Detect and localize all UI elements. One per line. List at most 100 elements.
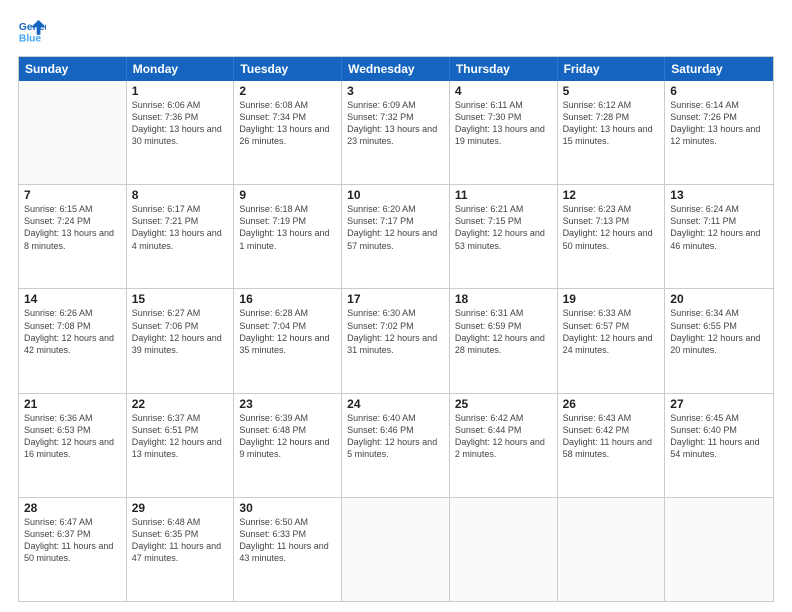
cell-info-line: Sunrise: 6:48 AM (132, 516, 229, 528)
cell-info-line: Sunset: 7:15 PM (455, 215, 552, 227)
cell-info-line: Daylight: 12 hours and 42 minutes. (24, 332, 121, 356)
cal-cell: 25Sunrise: 6:42 AMSunset: 6:44 PMDayligh… (450, 394, 558, 497)
cell-info-line: Daylight: 13 hours and 4 minutes. (132, 227, 229, 251)
header-day-wednesday: Wednesday (342, 57, 450, 81)
cell-info-line: Daylight: 13 hours and 8 minutes. (24, 227, 121, 251)
cell-info-line: Sunset: 6:46 PM (347, 424, 444, 436)
cell-info-line: Sunset: 7:13 PM (563, 215, 660, 227)
cal-cell: 18Sunrise: 6:31 AMSunset: 6:59 PMDayligh… (450, 289, 558, 392)
cal-cell: 9Sunrise: 6:18 AMSunset: 7:19 PMDaylight… (234, 185, 342, 288)
cell-info-line: Daylight: 12 hours and 39 minutes. (132, 332, 229, 356)
cell-info-line: Daylight: 12 hours and 5 minutes. (347, 436, 444, 460)
logo: General Blue (18, 18, 46, 46)
cell-info-line: Sunrise: 6:09 AM (347, 99, 444, 111)
cal-cell: 8Sunrise: 6:17 AMSunset: 7:21 PMDaylight… (127, 185, 235, 288)
cell-info-line: Sunrise: 6:26 AM (24, 307, 121, 319)
cell-info-line: Daylight: 13 hours and 19 minutes. (455, 123, 552, 147)
day-number: 19 (563, 292, 660, 306)
cal-cell: 10Sunrise: 6:20 AMSunset: 7:17 PMDayligh… (342, 185, 450, 288)
header-day-friday: Friday (558, 57, 666, 81)
cell-info-line: Sunrise: 6:36 AM (24, 412, 121, 424)
header-day-monday: Monday (127, 57, 235, 81)
day-number: 7 (24, 188, 121, 202)
cell-info-line: Sunrise: 6:50 AM (239, 516, 336, 528)
cell-info-line: Sunset: 7:19 PM (239, 215, 336, 227)
day-number: 18 (455, 292, 552, 306)
cell-info-line: Sunset: 6:59 PM (455, 320, 552, 332)
cell-info-line: Sunset: 7:11 PM (670, 215, 768, 227)
cell-info-line: Sunrise: 6:15 AM (24, 203, 121, 215)
cal-cell: 11Sunrise: 6:21 AMSunset: 7:15 PMDayligh… (450, 185, 558, 288)
cell-info-line: Sunset: 7:21 PM (132, 215, 229, 227)
cell-info-line: Sunrise: 6:28 AM (239, 307, 336, 319)
cal-row-3: 21Sunrise: 6:36 AMSunset: 6:53 PMDayligh… (19, 393, 773, 497)
cell-info-line: Sunrise: 6:21 AM (455, 203, 552, 215)
day-number: 13 (670, 188, 768, 202)
cell-info-line: Daylight: 11 hours and 43 minutes. (239, 540, 336, 564)
cal-cell: 30Sunrise: 6:50 AMSunset: 6:33 PMDayligh… (234, 498, 342, 601)
cell-info-line: Sunset: 7:17 PM (347, 215, 444, 227)
cell-info-line: Sunrise: 6:08 AM (239, 99, 336, 111)
cal-cell: 23Sunrise: 6:39 AMSunset: 6:48 PMDayligh… (234, 394, 342, 497)
day-number: 23 (239, 397, 336, 411)
day-number: 8 (132, 188, 229, 202)
day-number: 20 (670, 292, 768, 306)
cell-info-line: Sunrise: 6:24 AM (670, 203, 768, 215)
calendar-header: SundayMondayTuesdayWednesdayThursdayFrid… (19, 57, 773, 81)
day-number: 27 (670, 397, 768, 411)
cal-row-0: 1Sunrise: 6:06 AMSunset: 7:36 PMDaylight… (19, 81, 773, 184)
cell-info-line: Sunset: 6:40 PM (670, 424, 768, 436)
cal-cell: 6Sunrise: 6:14 AMSunset: 7:26 PMDaylight… (665, 81, 773, 184)
cell-info-line: Daylight: 12 hours and 2 minutes. (455, 436, 552, 460)
cell-info-line: Daylight: 13 hours and 12 minutes. (670, 123, 768, 147)
cell-info-line: Daylight: 12 hours and 46 minutes. (670, 227, 768, 251)
day-number: 4 (455, 84, 552, 98)
day-number: 12 (563, 188, 660, 202)
day-number: 21 (24, 397, 121, 411)
cell-info-line: Sunset: 7:36 PM (132, 111, 229, 123)
cell-info-line: Sunrise: 6:34 AM (670, 307, 768, 319)
cell-info-line: Sunrise: 6:17 AM (132, 203, 229, 215)
calendar: SundayMondayTuesdayWednesdayThursdayFrid… (18, 56, 774, 602)
cell-info-line: Daylight: 13 hours and 23 minutes. (347, 123, 444, 147)
cell-info-line: Daylight: 13 hours and 30 minutes. (132, 123, 229, 147)
cal-row-1: 7Sunrise: 6:15 AMSunset: 7:24 PMDaylight… (19, 184, 773, 288)
cell-info-line: Daylight: 12 hours and 20 minutes. (670, 332, 768, 356)
header-day-sunday: Sunday (19, 57, 127, 81)
cal-cell: 1Sunrise: 6:06 AMSunset: 7:36 PMDaylight… (127, 81, 235, 184)
cal-cell: 19Sunrise: 6:33 AMSunset: 6:57 PMDayligh… (558, 289, 666, 392)
cell-info-line: Sunset: 7:28 PM (563, 111, 660, 123)
day-number: 17 (347, 292, 444, 306)
cal-cell (19, 81, 127, 184)
cell-info-line: Sunrise: 6:40 AM (347, 412, 444, 424)
day-number: 3 (347, 84, 444, 98)
cal-cell: 24Sunrise: 6:40 AMSunset: 6:46 PMDayligh… (342, 394, 450, 497)
day-number: 10 (347, 188, 444, 202)
cell-info-line: Sunrise: 6:37 AM (132, 412, 229, 424)
day-number: 2 (239, 84, 336, 98)
cal-cell: 17Sunrise: 6:30 AMSunset: 7:02 PMDayligh… (342, 289, 450, 392)
day-number: 15 (132, 292, 229, 306)
cal-cell: 28Sunrise: 6:47 AMSunset: 6:37 PMDayligh… (19, 498, 127, 601)
cell-info-line: Sunrise: 6:42 AM (455, 412, 552, 424)
cell-info-line: Daylight: 12 hours and 35 minutes. (239, 332, 336, 356)
calendar-body: 1Sunrise: 6:06 AMSunset: 7:36 PMDaylight… (19, 81, 773, 601)
day-number: 26 (563, 397, 660, 411)
cell-info-line: Daylight: 11 hours and 50 minutes. (24, 540, 121, 564)
header: General Blue (18, 18, 774, 46)
cell-info-line: Sunset: 7:24 PM (24, 215, 121, 227)
cell-info-line: Sunset: 7:02 PM (347, 320, 444, 332)
cell-info-line: Daylight: 12 hours and 31 minutes. (347, 332, 444, 356)
cal-cell: 3Sunrise: 6:09 AMSunset: 7:32 PMDaylight… (342, 81, 450, 184)
cell-info-line: Sunset: 7:08 PM (24, 320, 121, 332)
page: General Blue SundayMondayTuesdayWednesda… (0, 0, 792, 612)
cal-cell: 7Sunrise: 6:15 AMSunset: 7:24 PMDaylight… (19, 185, 127, 288)
cell-info-line: Sunrise: 6:18 AM (239, 203, 336, 215)
cell-info-line: Sunrise: 6:27 AM (132, 307, 229, 319)
cell-info-line: Sunset: 6:37 PM (24, 528, 121, 540)
cal-cell: 16Sunrise: 6:28 AMSunset: 7:04 PMDayligh… (234, 289, 342, 392)
cell-info-line: Sunset: 6:33 PM (239, 528, 336, 540)
cal-cell: 26Sunrise: 6:43 AMSunset: 6:42 PMDayligh… (558, 394, 666, 497)
day-number: 24 (347, 397, 444, 411)
cell-info-line: Sunset: 6:44 PM (455, 424, 552, 436)
